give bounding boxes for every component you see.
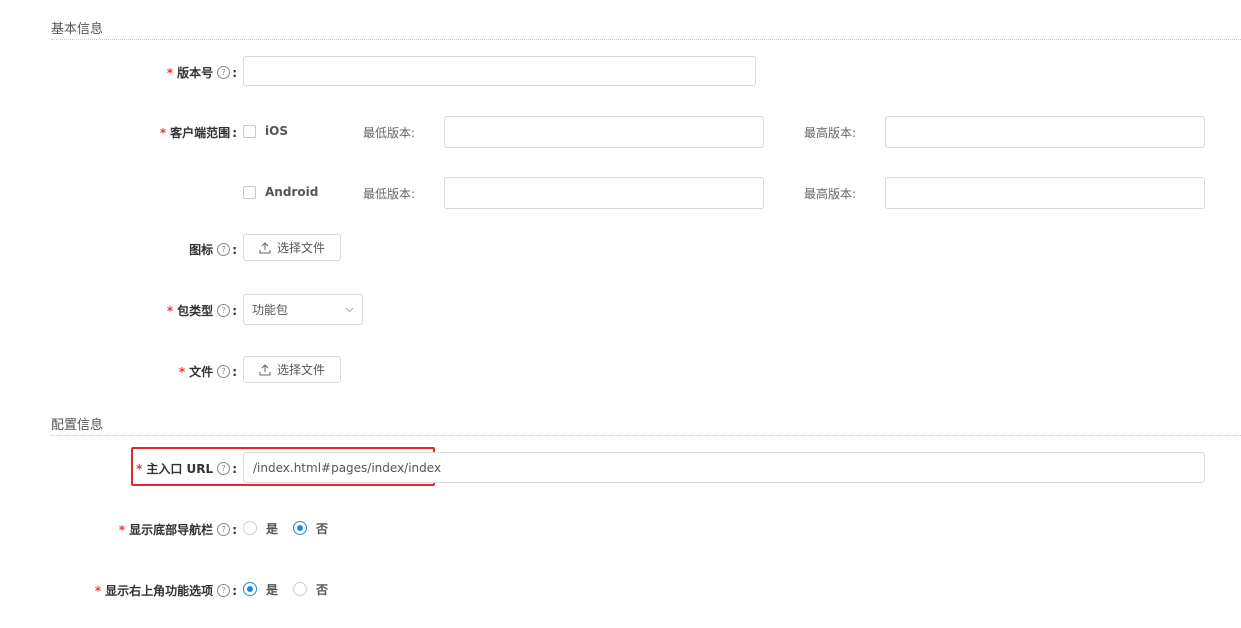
chevron-down-icon bbox=[345, 307, 354, 312]
top-right-yes-radio[interactable] bbox=[243, 582, 257, 596]
top-right-no-radio[interactable] bbox=[293, 582, 307, 596]
ios-label: iOS bbox=[265, 124, 288, 138]
question-circle-icon[interactable]: ? bbox=[217, 462, 231, 475]
version-input[interactable] bbox=[243, 56, 756, 86]
package-type-select[interactable]: 功能包 bbox=[243, 294, 363, 325]
upload-icon bbox=[259, 363, 271, 375]
file-label: * 文件 ? : bbox=[178, 364, 237, 380]
bottom-nav-yes-label: 是 bbox=[266, 522, 279, 536]
top-right-yes-label: 是 bbox=[266, 583, 279, 597]
bottom-nav-no-label: 否 bbox=[316, 522, 329, 536]
android-max-version-label: 最高版本: bbox=[804, 187, 857, 201]
question-circle-icon[interactable]: ? bbox=[217, 584, 231, 597]
required-mark: * bbox=[118, 522, 126, 537]
ios-min-version-label: 最低版本: bbox=[363, 126, 416, 140]
section-divider bbox=[51, 435, 1241, 436]
android-label: Android bbox=[265, 185, 319, 199]
android-checkbox[interactable] bbox=[243, 186, 256, 199]
upload-icon bbox=[259, 241, 271, 253]
ios-min-version-input[interactable] bbox=[444, 116, 764, 148]
question-circle-icon[interactable]: ? bbox=[217, 243, 231, 256]
section-title-basic: 基本信息 bbox=[51, 22, 104, 37]
ios-max-version-label: 最高版本: bbox=[804, 126, 857, 140]
question-circle-icon[interactable]: ? bbox=[217, 523, 231, 536]
question-circle-icon[interactable]: ? bbox=[217, 304, 231, 317]
bottom-nav-label: * 显示底部导航栏 ? : bbox=[118, 522, 237, 538]
bottom-nav-yes-radio[interactable] bbox=[243, 521, 257, 535]
required-mark: * bbox=[136, 461, 143, 476]
android-min-version-input[interactable] bbox=[444, 177, 764, 209]
icon-upload-button[interactable]: 选择文件 bbox=[243, 234, 341, 261]
ios-max-version-input[interactable] bbox=[885, 116, 1205, 148]
top-right-no-label: 否 bbox=[316, 583, 329, 597]
question-circle-icon[interactable]: ? bbox=[217, 365, 231, 378]
required-mark: * bbox=[166, 65, 174, 80]
section-divider bbox=[51, 39, 1241, 40]
required-mark: * bbox=[159, 125, 167, 140]
section-title-config: 配置信息 bbox=[51, 418, 104, 433]
bottom-nav-no-radio[interactable] bbox=[293, 521, 307, 535]
question-circle-icon[interactable]: ? bbox=[217, 66, 231, 79]
file-upload-button[interactable]: 选择文件 bbox=[243, 356, 341, 383]
android-max-version-input[interactable] bbox=[885, 177, 1205, 209]
main-url-label: * 主入口 URL ? : bbox=[136, 461, 237, 477]
ios-checkbox[interactable] bbox=[243, 125, 256, 138]
version-label: * 版本号 ? : bbox=[166, 65, 237, 81]
icon-label: 图标 ? : bbox=[189, 242, 237, 258]
android-min-version-label: 最低版本: bbox=[363, 187, 416, 201]
client-range-label: * 客户端范围 : bbox=[159, 125, 237, 141]
package-type-label: * 包类型 ? : bbox=[166, 303, 237, 319]
main-url-input[interactable]: /index.html#pages/index/index bbox=[243, 452, 1205, 483]
top-right-label: * 显示右上角功能选项 ? : bbox=[94, 583, 237, 599]
required-mark: * bbox=[94, 583, 102, 598]
required-mark: * bbox=[166, 303, 174, 318]
required-mark: * bbox=[178, 364, 186, 379]
